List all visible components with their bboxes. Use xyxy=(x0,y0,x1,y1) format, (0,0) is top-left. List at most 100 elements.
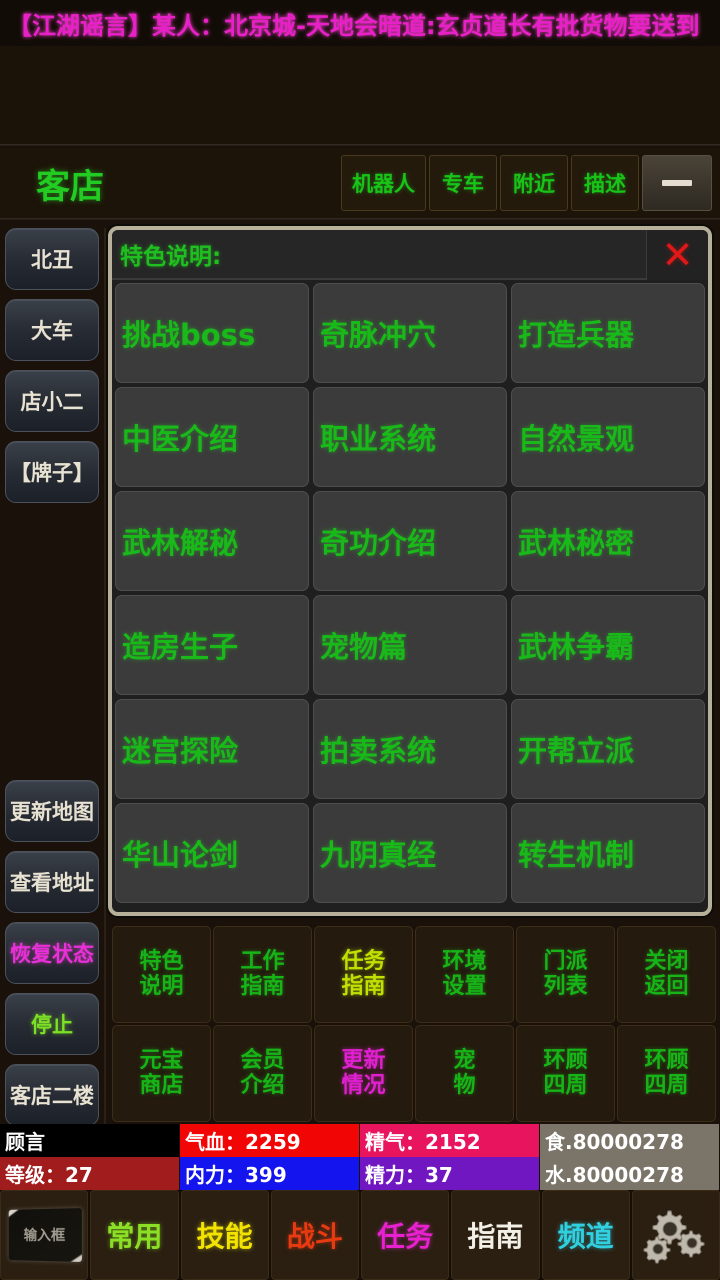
dialog-item-11[interactable]: 武林争霸 xyxy=(511,595,705,695)
sidebar-update-map-button[interactable]: 更新地图 xyxy=(5,780,99,842)
dialog-item-12[interactable]: 迷宫探险 xyxy=(115,699,309,799)
dialog-item-6[interactable]: 武林解秘 xyxy=(115,491,309,591)
input-box-label: 输入框 xyxy=(23,1227,66,1245)
action-line2: 指南 xyxy=(240,973,285,999)
action-line2: 四周 xyxy=(543,1072,588,1098)
action-sect-list[interactable]: 门派 列表 xyxy=(516,926,615,1023)
nav-guide[interactable]: 指南 xyxy=(451,1190,540,1280)
status-water: 水.80000278 xyxy=(540,1157,720,1190)
action-line2: 说明 xyxy=(139,973,184,999)
action-look-around-1[interactable]: 环顾 四周 xyxy=(516,1025,615,1122)
input-box-icon: 输入框 xyxy=(8,1208,83,1262)
sidebar-item-1[interactable]: 大车 xyxy=(5,299,99,361)
action-button-grid: 特色 说明 工作 指南 任务 指南 环境 设置 门派 列表 关闭 返回 元宝 商… xyxy=(112,926,716,1122)
action-look-around-2[interactable]: 环顾 四周 xyxy=(617,1025,716,1122)
action-line2: 情况 xyxy=(341,1072,386,1098)
gears-icon xyxy=(643,1210,705,1264)
nav-combat[interactable]: 战斗 xyxy=(270,1190,359,1280)
status-food: 食.80000278 xyxy=(540,1124,720,1157)
nav-quests[interactable]: 任务 xyxy=(361,1190,450,1280)
dialog-item-9[interactable]: 造房生子 xyxy=(115,595,309,695)
marquee-spacer xyxy=(0,46,720,144)
nav-channel[interactable]: 频道 xyxy=(541,1190,630,1280)
action-close-return[interactable]: 关闭 返回 xyxy=(617,926,716,1023)
action-line1: 特色 xyxy=(139,948,184,974)
feature-description-dialog: 特色说明: ✕ 挑战boss 奇脉冲穴 打造兵器 中医介绍 职业系统 自然景观 … xyxy=(108,226,712,916)
header-divider-top xyxy=(0,144,720,147)
action-line2: 设置 xyxy=(442,973,487,999)
dialog-item-4[interactable]: 职业系统 xyxy=(313,387,507,487)
action-quest-guide[interactable]: 任务 指南 xyxy=(314,926,413,1023)
sidebar-inn-second-floor-button[interactable]: 客店二楼 xyxy=(5,1064,99,1126)
left-sidebar: 北丑 大车 店小二 【牌子】 更新地图 查看地址 恢复状态 停止 客店二楼 xyxy=(0,228,106,1128)
dialog-item-1[interactable]: 奇脉冲穴 xyxy=(313,283,507,383)
dialog-item-14[interactable]: 开帮立派 xyxy=(511,699,705,799)
status-bar: 顾言 气血：2259 精气：2152 食.80000278 等级：27 内力：3… xyxy=(0,1124,720,1190)
action-environment-settings[interactable]: 环境 设置 xyxy=(415,926,514,1023)
action-line1: 元宝 xyxy=(139,1047,184,1073)
dialog-item-16[interactable]: 九阴真经 xyxy=(313,803,507,903)
action-line2: 四周 xyxy=(644,1072,689,1098)
game-screen: 【江湖谣言】某人：北京城-天地会暗道:玄贞道长有批货物要送到 客店 机器人 专车… xyxy=(0,0,720,1280)
special-car-button[interactable]: 专车 xyxy=(429,155,497,211)
dialog-item-2[interactable]: 打造兵器 xyxy=(511,283,705,383)
status-player-name: 顾言 xyxy=(0,1124,180,1157)
action-line1: 会员 xyxy=(240,1047,285,1073)
sidebar-divider xyxy=(104,228,106,1128)
broadcast-marquee[interactable]: 【江湖谣言】某人：北京城-天地会暗道:玄贞道长有批货物要送到 xyxy=(0,0,720,46)
nav-settings[interactable] xyxy=(631,1190,720,1280)
action-line2: 介绍 xyxy=(240,1072,285,1098)
dialog-item-17[interactable]: 转生机制 xyxy=(511,803,705,903)
action-update-status[interactable]: 更新 情况 xyxy=(314,1025,413,1122)
dialog-item-3[interactable]: 中医介绍 xyxy=(115,387,309,487)
dialog-item-13[interactable]: 拍卖系统 xyxy=(313,699,507,799)
action-line1: 环顾 xyxy=(543,1047,588,1073)
minus-icon xyxy=(662,180,692,186)
nav-common[interactable]: 常用 xyxy=(90,1190,179,1280)
sidebar-stop-button[interactable]: 停止 xyxy=(5,993,99,1055)
marquee-text: 【江湖谣言】某人：北京城-天地会暗道:玄贞道长有批货物要送到 xyxy=(8,11,700,40)
action-line2: 列表 xyxy=(543,973,588,999)
status-level: 等级：27 xyxy=(0,1157,180,1190)
action-line1: 任务 xyxy=(341,948,386,974)
dialog-item-0[interactable]: 挑战boss xyxy=(115,283,309,383)
dialog-item-15[interactable]: 华山论剑 xyxy=(115,803,309,903)
action-line2: 物 xyxy=(453,1072,476,1098)
dialog-item-8[interactable]: 武林秘密 xyxy=(511,491,705,591)
text-input-button[interactable]: 输入框 xyxy=(0,1190,89,1280)
action-feature-description[interactable]: 特色 说明 xyxy=(112,926,211,1023)
action-line1: 关闭 xyxy=(644,948,689,974)
action-line1: 工作 xyxy=(240,948,285,974)
room-header: 客店 机器人 专车 附近 描述 xyxy=(0,148,720,218)
nearby-button[interactable]: 附近 xyxy=(500,155,568,211)
sidebar-item-3[interactable]: 【牌子】 xyxy=(5,441,99,503)
action-work-guide[interactable]: 工作 指南 xyxy=(213,926,312,1023)
sidebar-item-2[interactable]: 店小二 xyxy=(5,370,99,432)
describe-button[interactable]: 描述 xyxy=(571,155,639,211)
dialog-item-7[interactable]: 奇功介绍 xyxy=(313,491,507,591)
robot-button[interactable]: 机器人 xyxy=(341,155,426,211)
status-jingli: 精力：37 xyxy=(360,1157,540,1190)
action-line2: 商店 xyxy=(139,1072,184,1098)
action-line1: 环顾 xyxy=(644,1047,689,1073)
dialog-item-10[interactable]: 宠物篇 xyxy=(313,595,507,695)
minimize-button[interactable] xyxy=(642,155,712,211)
sidebar-item-0[interactable]: 北丑 xyxy=(5,228,99,290)
dialog-item-5[interactable]: 自然景观 xyxy=(511,387,705,487)
header-divider-bottom xyxy=(0,218,720,221)
close-icon[interactable]: ✕ xyxy=(646,230,708,280)
action-pet[interactable]: 宠 物 xyxy=(415,1025,514,1122)
action-line1: 宠 xyxy=(453,1047,476,1073)
action-line1: 门派 xyxy=(543,948,588,974)
nav-skills[interactable]: 技能 xyxy=(180,1190,269,1280)
page-title: 客店 xyxy=(36,166,104,207)
action-line2: 返回 xyxy=(644,973,689,999)
status-hp: 气血：2259 xyxy=(180,1124,360,1157)
sidebar-view-address-button[interactable]: 查看地址 xyxy=(5,851,99,913)
action-ingot-shop[interactable]: 元宝 商店 xyxy=(112,1025,211,1122)
sidebar-restore-state-button[interactable]: 恢复状态 xyxy=(5,922,99,984)
dialog-title: 特色说明: xyxy=(120,244,222,270)
bottom-navigation: 输入框 常用 技能 战斗 任务 指南 频道 xyxy=(0,1190,720,1280)
action-member-intro[interactable]: 会员 介绍 xyxy=(213,1025,312,1122)
